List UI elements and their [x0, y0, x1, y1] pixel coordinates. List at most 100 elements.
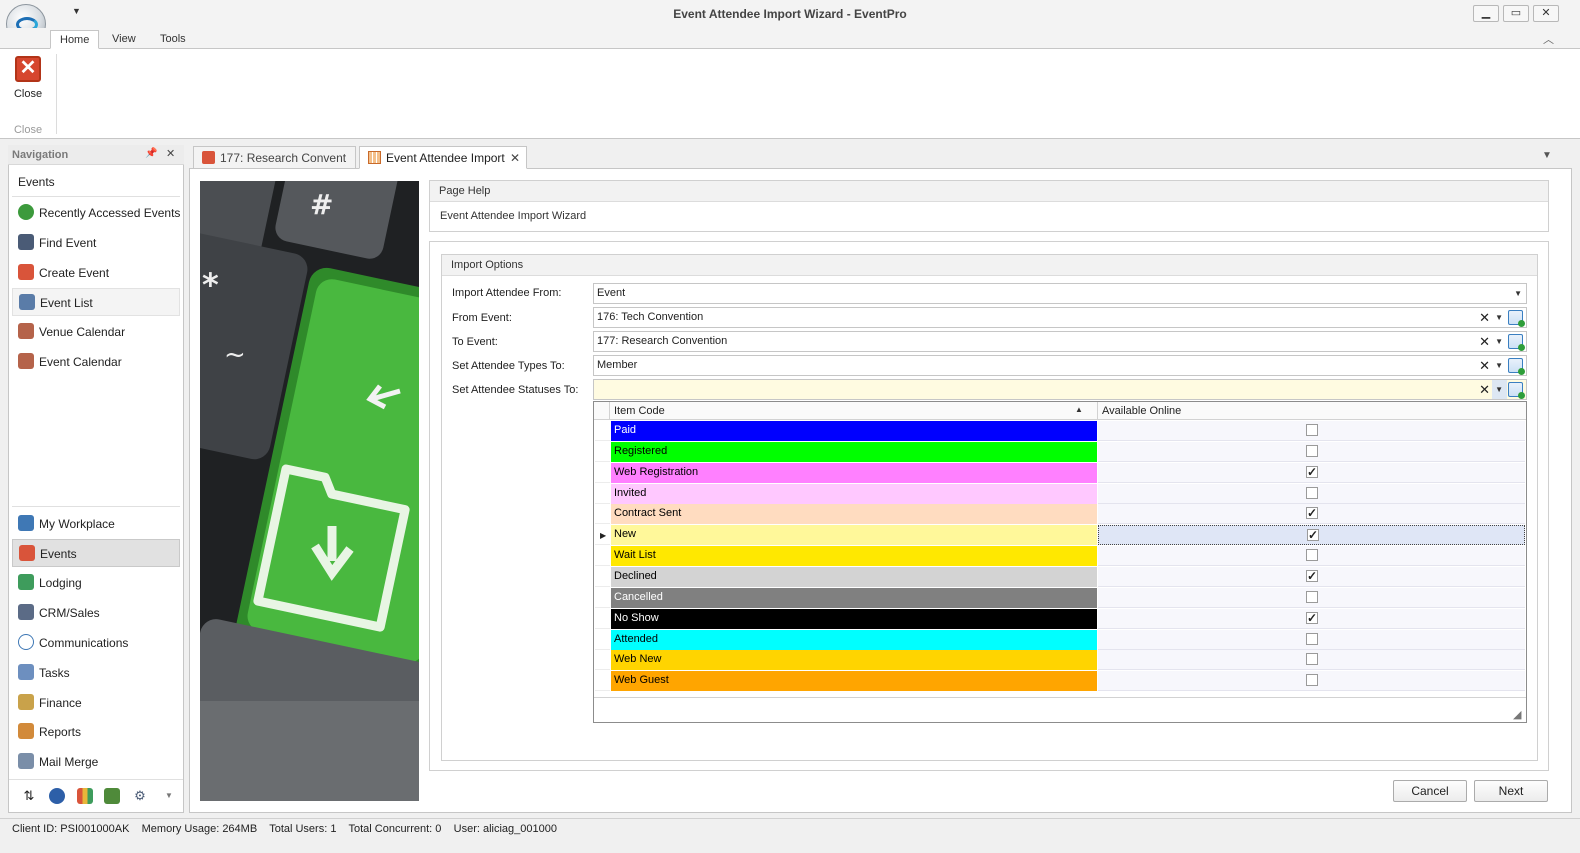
- clear-icon[interactable]: ✕: [1479, 308, 1490, 327]
- table-row-item-code[interactable]: Web Registration: [611, 463, 1097, 483]
- table-row-item-code[interactable]: Cancelled: [611, 588, 1097, 608]
- row-indicator[interactable]: [595, 588, 610, 608]
- globe-icon[interactable]: [49, 788, 65, 804]
- next-button[interactable]: Next: [1474, 780, 1548, 802]
- table-row-available-online[interactable]: ✓: [1098, 567, 1525, 587]
- overflow-arrow-icon[interactable]: ▼: [161, 788, 177, 804]
- row-indicator[interactable]: [595, 671, 610, 691]
- nav-item-event-list[interactable]: Event List: [12, 288, 180, 316]
- tab-view[interactable]: View: [103, 30, 145, 49]
- chevron-down-icon[interactable]: ▼: [1514, 284, 1522, 303]
- table-row-available-online[interactable]: [1098, 546, 1525, 566]
- module-reports[interactable]: Reports: [12, 718, 180, 746]
- window-close-button[interactable]: ✕: [1533, 5, 1559, 22]
- table-row-item-code[interactable]: Invited: [611, 484, 1097, 504]
- table-row-item-code[interactable]: No Show: [611, 609, 1097, 629]
- checkbox[interactable]: ✓: [1306, 466, 1318, 478]
- checkbox[interactable]: [1306, 549, 1318, 561]
- tab-close-icon[interactable]: ✕: [510, 151, 520, 165]
- quick-access-dropdown-icon[interactable]: ▼: [72, 6, 81, 16]
- table-row-item-code[interactable]: Paid: [611, 421, 1097, 441]
- tab-tools[interactable]: Tools: [151, 30, 195, 49]
- row-indicator[interactable]: [595, 463, 610, 483]
- ribbon-collapse-icon[interactable]: ︿: [1543, 31, 1554, 47]
- checkbox[interactable]: [1306, 633, 1318, 645]
- row-indicator[interactable]: [595, 442, 610, 462]
- gear-icon[interactable]: ⚙: [132, 788, 148, 804]
- attendee-statuses-field[interactable]: ✕ ▼: [593, 379, 1527, 400]
- chevron-down-icon[interactable]: ▼: [1495, 380, 1503, 399]
- tab-event-attendee-import[interactable]: Event Attendee Import: [359, 146, 527, 169]
- row-indicator[interactable]: [595, 609, 610, 629]
- nav-item-event-calendar[interactable]: Event Calendar: [12, 348, 180, 376]
- nav-item-venue-calendar[interactable]: Venue Calendar: [12, 318, 180, 346]
- checkbox[interactable]: [1306, 445, 1318, 457]
- table-row-available-online[interactable]: ✓: [1098, 525, 1525, 545]
- checkbox[interactable]: [1306, 487, 1318, 499]
- checkbox[interactable]: [1306, 591, 1318, 603]
- table-row-available-online[interactable]: [1098, 484, 1525, 504]
- attendee-types-field[interactable]: Member ✕ ▼: [593, 355, 1527, 376]
- table-row-item-code[interactable]: Registered: [611, 442, 1097, 462]
- table-row-available-online[interactable]: [1098, 442, 1525, 462]
- table-row-item-code[interactable]: Web Guest: [611, 671, 1097, 691]
- table-row-available-online[interactable]: [1098, 671, 1525, 691]
- module-crm-sales[interactable]: CRM/Sales: [12, 599, 180, 627]
- table-row-available-online[interactable]: ✓: [1098, 609, 1525, 629]
- table-row-available-online[interactable]: ✓: [1098, 463, 1525, 483]
- table-row-available-online[interactable]: ✓: [1098, 504, 1525, 524]
- pin-icon[interactable]: 📌: [145, 148, 157, 159]
- table-row-available-online[interactable]: [1098, 588, 1525, 608]
- maximize-button[interactable]: ▭: [1503, 5, 1529, 22]
- lookup-icon[interactable]: [1508, 310, 1525, 327]
- clear-icon[interactable]: ✕: [1479, 332, 1490, 351]
- row-indicator[interactable]: [595, 650, 610, 670]
- import-from-select[interactable]: Event ▼: [593, 283, 1527, 304]
- bar-chart-icon[interactable]: [77, 788, 93, 804]
- checkbox[interactable]: [1306, 653, 1318, 665]
- table-row-available-online[interactable]: [1098, 650, 1525, 670]
- checkbox[interactable]: ✓: [1306, 612, 1318, 624]
- row-indicator[interactable]: [595, 421, 610, 441]
- lookup-icon[interactable]: [1508, 334, 1525, 351]
- close-button[interactable]: ✕ Close: [8, 54, 48, 106]
- module-tasks[interactable]: Tasks: [12, 659, 180, 687]
- module-my-workplace[interactable]: My Workplace: [12, 510, 180, 538]
- lookup-icon[interactable]: [1508, 382, 1525, 399]
- tab-research-convention[interactable]: 177: Research Convent: [193, 146, 356, 169]
- table-row-available-online[interactable]: [1098, 421, 1525, 441]
- checkbox[interactable]: ✓: [1306, 507, 1318, 519]
- line-chart-icon[interactable]: [104, 788, 120, 804]
- from-event-field[interactable]: 176: Tech Convention ✕ ▼: [593, 307, 1527, 328]
- module-lodging[interactable]: Lodging: [12, 569, 180, 597]
- chevron-down-icon[interactable]: ▼: [1495, 308, 1503, 327]
- chevron-down-icon[interactable]: ▼: [1495, 332, 1503, 351]
- module-communications[interactable]: Communications: [12, 629, 180, 657]
- table-row-item-code[interactable]: Attended: [611, 630, 1097, 650]
- nav-item-create-event[interactable]: Create Event: [12, 259, 180, 287]
- table-row-available-online[interactable]: [1098, 630, 1525, 650]
- column-divider[interactable]: [1097, 402, 1098, 420]
- sort-arrows-icon[interactable]: ⇅: [21, 788, 37, 804]
- table-row-item-code[interactable]: Contract Sent: [611, 504, 1097, 524]
- to-event-field[interactable]: 177: Research Convention ✕ ▼: [593, 331, 1527, 352]
- row-indicator[interactable]: [595, 484, 610, 504]
- checkbox[interactable]: [1306, 424, 1318, 436]
- cancel-button[interactable]: Cancel: [1393, 780, 1467, 802]
- nav-item-recently-accessed-events[interactable]: Recently Accessed Events: [12, 199, 180, 227]
- chevron-down-icon[interactable]: ▼: [1495, 356, 1503, 375]
- table-row-item-code[interactable]: Declined: [611, 567, 1097, 587]
- tab-list-dropdown-icon[interactable]: ▼: [1542, 150, 1552, 161]
- row-indicator[interactable]: [595, 567, 610, 587]
- clear-icon[interactable]: ✕: [1479, 380, 1490, 399]
- column-header-available-online[interactable]: Available Online: [1102, 405, 1181, 417]
- table-row-item-code[interactable]: Web New: [611, 650, 1097, 670]
- module-events[interactable]: Events: [12, 539, 180, 567]
- module-finance[interactable]: Finance: [12, 689, 180, 717]
- checkbox[interactable]: [1306, 674, 1318, 686]
- minimize-button[interactable]: ▁: [1473, 5, 1499, 22]
- table-row-item-code[interactable]: Wait List: [611, 546, 1097, 566]
- checkbox[interactable]: ✓: [1307, 529, 1319, 541]
- table-row-item-code[interactable]: New: [611, 525, 1097, 545]
- lookup-icon[interactable]: [1508, 358, 1525, 375]
